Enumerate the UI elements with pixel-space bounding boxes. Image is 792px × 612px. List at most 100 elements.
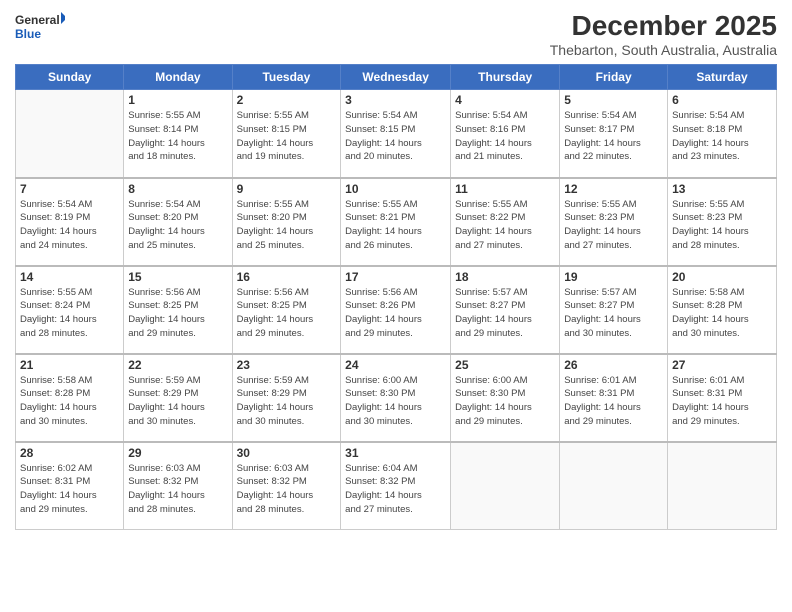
logo-svg: General Blue	[15, 10, 65, 46]
calendar-cell: 25 Sunrise: 6:00 AMSunset: 8:30 PMDayligh…	[451, 354, 560, 442]
calendar-cell: 4 Sunrise: 5:54 AMSunset: 8:16 PMDaylight…	[451, 90, 560, 178]
day-number: 28	[20, 446, 119, 460]
calendar-cell	[16, 90, 124, 178]
calendar-cell: 1Sunrise: 5:55 AMSunset: 8:14 PMDaylight…	[124, 90, 232, 178]
day-number: 9	[237, 182, 337, 196]
weekday-header: Saturday	[668, 65, 777, 90]
day-number: 27	[672, 358, 772, 372]
day-number: 30	[237, 446, 337, 460]
day-info: Sunrise: 6:03 AMSunset: 8:32 PMDaylight:…	[237, 462, 337, 517]
calendar-title: December 2025	[550, 10, 777, 42]
day-number: 19	[564, 270, 663, 284]
calendar-cell: 22Sunrise: 5:59 AMSunset: 8:29 PMDayligh…	[124, 354, 232, 442]
day-number: 10	[345, 182, 446, 196]
calendar-cell: 13 Sunrise: 5:55 AMSunset: 8:23 PMDayligh…	[668, 178, 777, 266]
calendar-week-row: 1Sunrise: 5:55 AMSunset: 8:14 PMDaylight…	[16, 90, 777, 178]
calendar-cell: 3 Sunrise: 5:54 AMSunset: 8:15 PMDaylight…	[341, 90, 451, 178]
calendar-cell: 14Sunrise: 5:55 AMSunset: 8:24 PMDayligh…	[16, 266, 124, 354]
day-info: Sunrise: 5:58 AMSunset: 8:28 PMDaylight:…	[672, 286, 772, 341]
calendar-cell: 21 Sunrise: 5:58 AMSunset: 8:28 PMDayligh…	[16, 354, 124, 442]
day-info: Sunrise: 6:00 AMSunset: 8:30 PMDaylight:…	[455, 374, 555, 429]
day-info: Sunrise: 5:55 AMSunset: 8:23 PMDaylight:…	[564, 198, 663, 253]
weekday-header-row: SundayMondayTuesdayWednesdayThursdayFrid…	[16, 65, 777, 90]
day-number: 31	[345, 446, 446, 460]
day-number: 26	[564, 358, 663, 372]
weekday-header: Thursday	[451, 65, 560, 90]
day-number: 7	[20, 182, 119, 196]
weekday-header: Wednesday	[341, 65, 451, 90]
day-info: Sunrise: 6:04 AMSunset: 8:32 PMDaylight:…	[345, 462, 446, 517]
calendar-cell: 15 Sunrise: 5:56 AMSunset: 8:25 PMDayligh…	[124, 266, 232, 354]
day-number: 17	[345, 270, 446, 284]
day-info: Sunrise: 5:54 AMSunset: 8:19 PMDaylight:…	[20, 198, 119, 253]
day-number: 21	[20, 358, 119, 372]
calendar-cell: 20 Sunrise: 5:58 AMSunset: 8:28 PMDayligh…	[668, 266, 777, 354]
calendar-cell: 28 Sunrise: 6:02 AMSunset: 8:31 PMDayligh…	[16, 442, 124, 530]
day-number: 8	[128, 182, 227, 196]
day-info: Sunrise: 6:01 AMSunset: 8:31 PMDaylight:…	[564, 374, 663, 429]
day-info: Sunrise: 5:54 AMSunset: 8:16 PMDaylight:…	[455, 109, 555, 164]
day-number: 18	[455, 270, 555, 284]
day-info: Sunrise: 5:55 AMSunset: 8:21 PMDaylight:…	[345, 198, 446, 253]
day-number: 24	[345, 358, 446, 372]
calendar-cell	[668, 442, 777, 530]
calendar-cell: 9 Sunrise: 5:55 AMSunset: 8:20 PMDaylight…	[232, 178, 341, 266]
day-info: Sunrise: 6:01 AMSunset: 8:31 PMDaylight:…	[672, 374, 772, 429]
day-info: Sunrise: 5:58 AMSunset: 8:28 PMDaylight:…	[20, 374, 119, 429]
calendar-week-row: 21 Sunrise: 5:58 AMSunset: 8:28 PMDayligh…	[16, 354, 777, 442]
day-info: Sunrise: 5:59 AMSunset: 8:29 PMDaylight:…	[237, 374, 337, 429]
weekday-header: Friday	[560, 65, 668, 90]
day-number: 13	[672, 182, 772, 196]
day-number: 11	[455, 182, 555, 196]
calendar-cell: 2 Sunrise: 5:55 AMSunset: 8:15 PMDaylight…	[232, 90, 341, 178]
day-number: 4	[455, 93, 555, 107]
calendar-cell: 11 Sunrise: 5:55 AMSunset: 8:22 PMDayligh…	[451, 178, 560, 266]
day-info: Sunrise: 5:55 AMSunset: 8:15 PMDaylight:…	[237, 109, 337, 164]
calendar-cell: 7 Sunrise: 5:54 AMSunset: 8:19 PMDaylight…	[16, 178, 124, 266]
title-block: December 2025 Thebarton, South Australia…	[550, 10, 777, 58]
day-info: Sunrise: 5:55 AMSunset: 8:22 PMDaylight:…	[455, 198, 555, 253]
calendar-cell: 16 Sunrise: 5:56 AMSunset: 8:25 PMDayligh…	[232, 266, 341, 354]
day-number: 25	[455, 358, 555, 372]
weekday-header: Sunday	[16, 65, 124, 90]
day-number: 15	[128, 270, 227, 284]
day-info: Sunrise: 5:56 AMSunset: 8:25 PMDaylight:…	[237, 286, 337, 341]
calendar-cell: 5Sunrise: 5:54 AMSunset: 8:17 PMDaylight…	[560, 90, 668, 178]
day-info: Sunrise: 5:55 AMSunset: 8:24 PMDaylight:…	[20, 286, 119, 341]
day-info: Sunrise: 5:55 AMSunset: 8:20 PMDaylight:…	[237, 198, 337, 253]
calendar-cell: 26 Sunrise: 6:01 AMSunset: 8:31 PMDayligh…	[560, 354, 668, 442]
page-header: General Blue December 2025 Thebarton, So…	[15, 10, 777, 58]
calendar-cell: 31 Sunrise: 6:04 AMSunset: 8:32 PMDayligh…	[341, 442, 451, 530]
calendar-week-row: 14Sunrise: 5:55 AMSunset: 8:24 PMDayligh…	[16, 266, 777, 354]
day-info: Sunrise: 6:02 AMSunset: 8:31 PMDaylight:…	[20, 462, 119, 517]
day-info: Sunrise: 5:56 AMSunset: 8:25 PMDaylight:…	[128, 286, 227, 341]
day-number: 2	[237, 93, 337, 107]
day-number: 23	[237, 358, 337, 372]
day-number: 5	[564, 93, 663, 107]
day-info: Sunrise: 5:54 AMSunset: 8:18 PMDaylight:…	[672, 109, 772, 164]
day-number: 12	[564, 182, 663, 196]
day-info: Sunrise: 5:56 AMSunset: 8:26 PMDaylight:…	[345, 286, 446, 341]
calendar-cell: 23 Sunrise: 5:59 AMSunset: 8:29 PMDayligh…	[232, 354, 341, 442]
calendar-week-row: 28 Sunrise: 6:02 AMSunset: 8:31 PMDayligh…	[16, 442, 777, 530]
day-info: Sunrise: 5:54 AMSunset: 8:15 PMDaylight:…	[345, 109, 446, 164]
weekday-header: Monday	[124, 65, 232, 90]
day-number: 16	[237, 270, 337, 284]
day-info: Sunrise: 5:57 AMSunset: 8:27 PMDaylight:…	[564, 286, 663, 341]
logo: General Blue	[15, 10, 65, 46]
calendar-cell: 6 Sunrise: 5:54 AMSunset: 8:18 PMDaylight…	[668, 90, 777, 178]
calendar-cell: 17 Sunrise: 5:56 AMSunset: 8:26 PMDayligh…	[341, 266, 451, 354]
calendar-cell: 12 Sunrise: 5:55 AMSunset: 8:23 PMDayligh…	[560, 178, 668, 266]
calendar-subtitle: Thebarton, South Australia, Australia	[550, 42, 777, 58]
day-info: Sunrise: 5:55 AMSunset: 8:23 PMDaylight:…	[672, 198, 772, 253]
calendar-cell: 29Sunrise: 6:03 AMSunset: 8:32 PMDayligh…	[124, 442, 232, 530]
day-number: 3	[345, 93, 446, 107]
calendar-cell: 24Sunrise: 6:00 AMSunset: 8:30 PMDayligh…	[341, 354, 451, 442]
day-number: 20	[672, 270, 772, 284]
day-number: 6	[672, 93, 772, 107]
calendar-page: General Blue December 2025 Thebarton, So…	[0, 0, 792, 612]
calendar-cell: 27 Sunrise: 6:01 AMSunset: 8:31 PMDayligh…	[668, 354, 777, 442]
day-number: 1	[128, 93, 227, 107]
calendar-table: SundayMondayTuesdayWednesdayThursdayFrid…	[15, 64, 777, 530]
calendar-week-row: 7 Sunrise: 5:54 AMSunset: 8:19 PMDaylight…	[16, 178, 777, 266]
